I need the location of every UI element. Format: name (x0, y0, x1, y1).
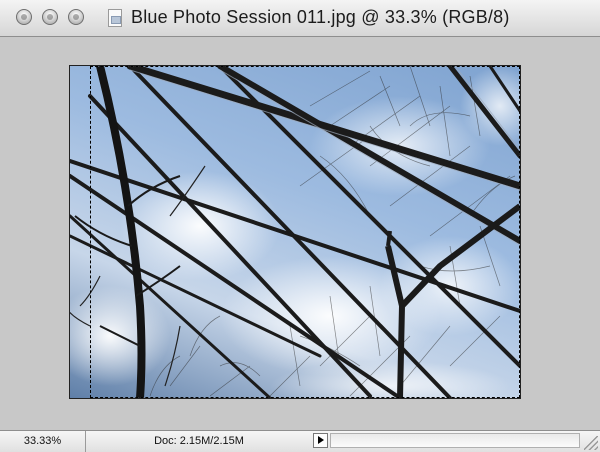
status-bar: 33.33% Doc: 2.15M/2.15M (0, 430, 600, 452)
document-size-info: Doc: 2.15M/2.15M (154, 435, 244, 447)
close-button-icon[interactable] (16, 9, 32, 25)
horizontal-scrollbar[interactable] (330, 433, 580, 448)
title-bar[interactable]: Blue Photo Session 011.jpg @ 33.3% (RGB/… (0, 0, 600, 37)
minimize-button-icon[interactable] (42, 9, 58, 25)
jpeg-document-icon[interactable] (108, 9, 122, 27)
photo-content (70, 66, 520, 398)
resize-grip-icon[interactable] (584, 436, 598, 450)
zoom-button-icon[interactable] (68, 9, 84, 25)
triangle-right-icon[interactable] (313, 433, 328, 448)
window-title: Blue Photo Session 011.jpg @ 33.3% (RGB/… (131, 7, 510, 27)
document-window: Blue Photo Session 011.jpg @ 33.3% (RGB/… (0, 0, 600, 452)
zoom-level-field[interactable]: 33.33% (0, 431, 86, 452)
photo-canvas[interactable] (70, 66, 520, 398)
